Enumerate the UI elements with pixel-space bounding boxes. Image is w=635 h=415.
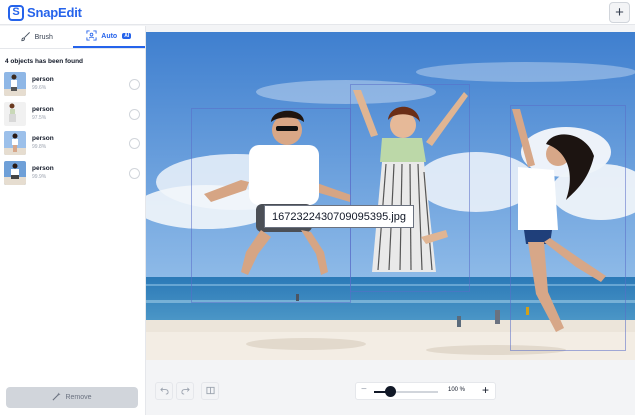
app-name: SnapEdit — [27, 5, 82, 20]
undo-icon — [159, 386, 169, 397]
add-image-button[interactable]: + — [609, 2, 630, 23]
list-item[interactable]: person 99.9% — [0, 159, 146, 189]
compare-button[interactable] — [201, 382, 219, 400]
object-thumbnail — [4, 101, 26, 126]
zoom-control: − 100 % + — [355, 382, 496, 400]
object-name: person — [32, 76, 54, 83]
list-item[interactable]: person 97.5% — [0, 100, 146, 130]
tab-brush-label: Brush — [34, 33, 53, 41]
detection-box-3[interactable] — [510, 105, 626, 351]
list-item[interactable]: person 99.6% — [0, 70, 146, 100]
object-confidence: 99.6% — [32, 85, 47, 91]
object-name: person — [32, 105, 54, 113]
redo-icon — [180, 386, 190, 397]
object-select-radio[interactable] — [129, 108, 140, 120]
magic-wand-icon — [52, 392, 62, 403]
object-select-radio[interactable] — [129, 79, 140, 90]
list-item[interactable]: person 99.8% — [0, 129, 146, 159]
top-bar: S SnapEdit + — [0, 0, 635, 25]
zoom-slider-thumb[interactable] — [384, 386, 396, 397]
snapedit-logo[interactable]: S SnapEdit — [8, 3, 82, 22]
object-name: person — [32, 135, 54, 142]
zoom-value: 100 % — [448, 387, 466, 393]
object-confidence: 97.5% — [32, 114, 47, 121]
object-thumbnail — [4, 160, 26, 185]
sidebar: Brush Auto AI 4 objects has been found p… — [0, 26, 146, 415]
object-confidence: 99.8% — [32, 144, 47, 150]
zoom-out-button[interactable]: − — [361, 384, 367, 395]
object-name: person — [32, 164, 54, 172]
filename-tooltip: 1672322430709095395.jpg — [264, 205, 414, 228]
zoom-in-button[interactable]: + — [482, 383, 489, 397]
remove-button[interactable]: Remove — [6, 387, 138, 408]
tab-brush[interactable]: Brush — [0, 26, 73, 48]
objects-found-summary: 4 objects has been found — [5, 58, 84, 65]
object-thumbnail — [4, 72, 26, 96]
object-select-radio[interactable] — [129, 138, 140, 149]
object-confidence: 99.9% — [32, 173, 47, 180]
detection-box-2[interactable] — [350, 84, 470, 292]
object-list: person 99.6% person 97.5% person 99.8% p… — [0, 70, 146, 188]
undo-button[interactable] — [155, 382, 173, 400]
brush-icon — [20, 31, 31, 44]
zoom-slider[interactable] — [374, 391, 438, 393]
redo-button[interactable] — [176, 382, 194, 400]
tab-auto-label: Auto — [101, 32, 118, 40]
logo-icon: S — [8, 4, 24, 21]
auto-detect-icon — [86, 29, 97, 43]
remove-button-label: Remove — [65, 394, 92, 401]
compare-icon — [205, 386, 215, 397]
mode-tabs: Brush Auto AI — [0, 26, 145, 49]
image-canvas[interactable] — [146, 32, 635, 360]
object-thumbnail — [4, 131, 26, 155]
object-select-radio[interactable] — [129, 167, 140, 179]
tab-auto[interactable]: Auto AI — [72, 26, 145, 48]
ai-badge: AI — [122, 33, 132, 39]
